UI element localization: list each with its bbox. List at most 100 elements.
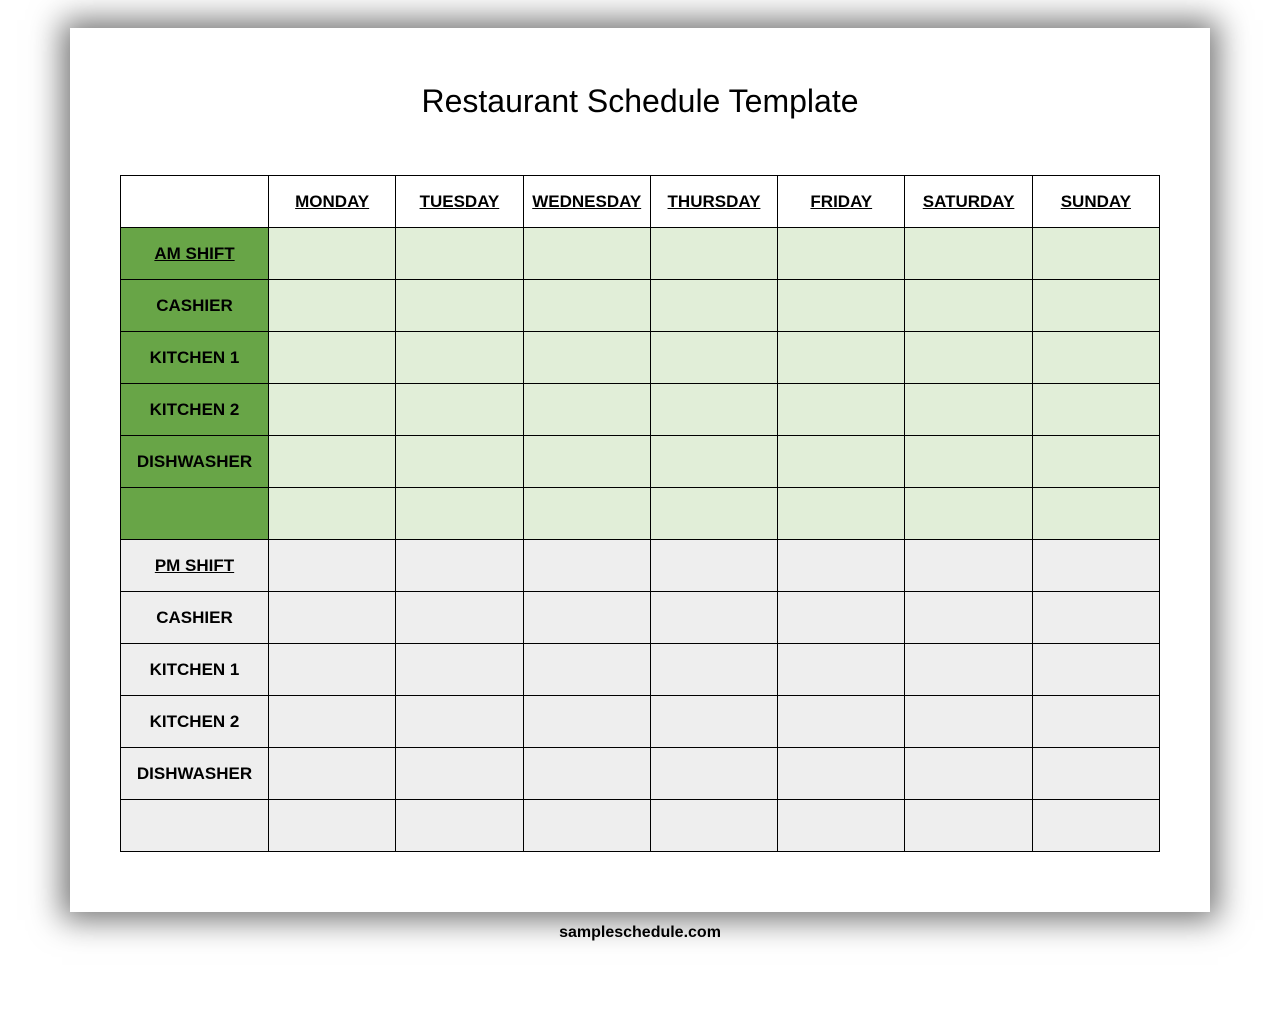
cell [1032, 384, 1159, 436]
cell [1032, 540, 1159, 592]
cell [905, 384, 1032, 436]
cell [396, 228, 523, 280]
cell [1032, 592, 1159, 644]
pm-blank-row [121, 800, 1160, 852]
cell [269, 488, 396, 540]
cell [778, 280, 905, 332]
header-saturday: SATURDAY [905, 176, 1032, 228]
am-kitchen1-row: KITCHEN 1 [121, 332, 1160, 384]
cell [778, 800, 905, 852]
header-sunday: SUNDAY [1032, 176, 1159, 228]
cell [778, 332, 905, 384]
cell [650, 748, 777, 800]
cell [905, 280, 1032, 332]
cell [396, 540, 523, 592]
cell [269, 748, 396, 800]
role-label: KITCHEN 2 [121, 696, 269, 748]
role-label: CASHIER [121, 280, 269, 332]
cell [269, 644, 396, 696]
cell [396, 592, 523, 644]
cell [905, 488, 1032, 540]
role-label [121, 800, 269, 852]
cell [905, 644, 1032, 696]
pm-shift-label: PM SHIFT [121, 540, 269, 592]
cell [905, 748, 1032, 800]
cell [396, 332, 523, 384]
cell [523, 644, 650, 696]
cell [269, 332, 396, 384]
cell [905, 696, 1032, 748]
cell [523, 384, 650, 436]
document-page: Restaurant Schedule Template MONDAY TUES… [70, 28, 1210, 912]
am-shift-label: AM SHIFT [121, 228, 269, 280]
cell [650, 644, 777, 696]
cell [396, 644, 523, 696]
cell [523, 592, 650, 644]
am-dishwasher-row: DISHWASHER [121, 436, 1160, 488]
cell [269, 384, 396, 436]
am-kitchen2-row: KITCHEN 2 [121, 384, 1160, 436]
cell [650, 488, 777, 540]
header-tuesday: TUESDAY [396, 176, 523, 228]
cell [1032, 332, 1159, 384]
cell [396, 280, 523, 332]
cell [778, 592, 905, 644]
cell [778, 696, 905, 748]
role-label: KITCHEN 1 [121, 644, 269, 696]
am-shift-row: AM SHIFT [121, 228, 1160, 280]
cell [523, 800, 650, 852]
cell [778, 540, 905, 592]
cell [523, 228, 650, 280]
cell [523, 280, 650, 332]
role-label [121, 488, 269, 540]
cell [1032, 800, 1159, 852]
role-label: CASHIER [121, 592, 269, 644]
header-wednesday: WEDNESDAY [523, 176, 650, 228]
cell [778, 488, 905, 540]
cell [269, 696, 396, 748]
cell [778, 644, 905, 696]
cell [650, 436, 777, 488]
cell [650, 592, 777, 644]
header-friday: FRIDAY [778, 176, 905, 228]
cell [523, 332, 650, 384]
cell [778, 228, 905, 280]
cell [650, 696, 777, 748]
cell [650, 280, 777, 332]
cell [905, 332, 1032, 384]
cell [396, 696, 523, 748]
role-label: DISHWASHER [121, 748, 269, 800]
role-label: KITCHEN 2 [121, 384, 269, 436]
cell [269, 540, 396, 592]
cell [269, 228, 396, 280]
cell [1032, 228, 1159, 280]
cell [396, 748, 523, 800]
header-monday: MONDAY [269, 176, 396, 228]
cell [1032, 748, 1159, 800]
cell [650, 332, 777, 384]
cell [905, 228, 1032, 280]
role-label: DISHWASHER [121, 436, 269, 488]
cell [396, 800, 523, 852]
header-blank [121, 176, 269, 228]
pm-kitchen1-row: KITCHEN 1 [121, 644, 1160, 696]
page-title: Restaurant Schedule Template [120, 83, 1160, 120]
schedule-table: MONDAY TUESDAY WEDNESDAY THURSDAY FRIDAY… [120, 175, 1160, 852]
cell [650, 800, 777, 852]
cell [1032, 280, 1159, 332]
cell [269, 800, 396, 852]
cell [905, 592, 1032, 644]
cell [778, 384, 905, 436]
cell [778, 748, 905, 800]
pm-dishwasher-row: DISHWASHER [121, 748, 1160, 800]
header-thursday: THURSDAY [650, 176, 777, 228]
role-label: KITCHEN 1 [121, 332, 269, 384]
am-blank-row [121, 488, 1160, 540]
header-row: MONDAY TUESDAY WEDNESDAY THURSDAY FRIDAY… [121, 176, 1160, 228]
cell [650, 384, 777, 436]
cell [650, 228, 777, 280]
footer-text: sampleschedule.com [559, 924, 721, 942]
cell [523, 748, 650, 800]
pm-kitchen2-row: KITCHEN 2 [121, 696, 1160, 748]
cell [650, 540, 777, 592]
